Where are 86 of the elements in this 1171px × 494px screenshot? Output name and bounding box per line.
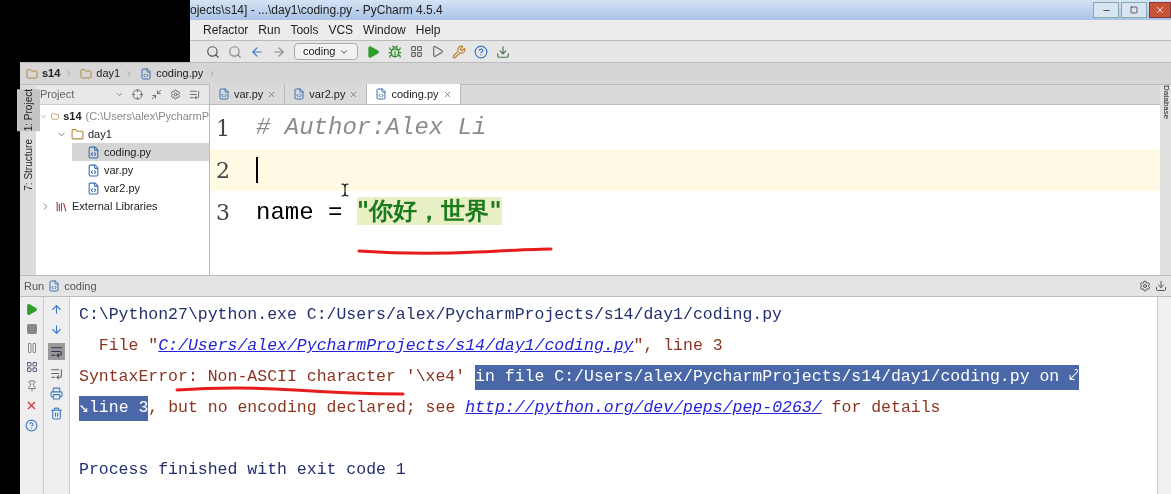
- console-line: ↘line 3, but no encoding declared; see http://python.org/dev/peps/pep-0263/ for details: [79, 393, 1157, 424]
- text-caret: [256, 157, 258, 183]
- search-icon[interactable]: [206, 44, 220, 59]
- run-config-dropdown[interactable]: coding: [294, 43, 359, 60]
- python-file-icon: [293, 88, 306, 100]
- tool-window-tab[interactable]: 1: Project: [16, 89, 40, 132]
- python-file-icon: [48, 280, 61, 292]
- collapse-icon[interactable]: [151, 89, 162, 100]
- tree-item[interactable]: var2.py: [72, 179, 209, 197]
- python-file-icon: [87, 163, 100, 177]
- console-line: Process finished with exit code 1: [79, 459, 407, 482]
- folder-icon: [71, 127, 84, 141]
- run-panel-title: Run: [24, 278, 45, 294]
- run-config-name: coding: [64, 278, 97, 294]
- close-icon[interactable]: [25, 399, 38, 412]
- code-line: # Author:Alex Li: [256, 113, 487, 143]
- window-title: ojects\s14] - ...\day1\coding.py - PyCharm 4.5.4: [190, 2, 443, 19]
- settings-icon[interactable]: [170, 89, 181, 100]
- python-file-icon: [140, 67, 153, 80]
- line-number: 2: [215, 156, 231, 185]
- run-icon[interactable]: [25, 303, 38, 316]
- editor-tab[interactable]: var.py: [210, 84, 286, 104]
- python-file-icon: [218, 88, 230, 100]
- pause-icon[interactable]: [25, 342, 38, 354]
- minimize-button[interactable]: [1093, 2, 1119, 18]
- down-arrow-icon[interactable]: [50, 323, 63, 336]
- editor-tab[interactable]: var2.py: [285, 84, 368, 104]
- close-icon[interactable]: [442, 89, 452, 99]
- caret-icon: [115, 90, 124, 99]
- python-file-icon: [87, 181, 100, 195]
- tree-item-label: var.py: [104, 162, 134, 178]
- python-file-icon: [87, 145, 100, 159]
- menu-item[interactable]: Window: [363, 21, 406, 39]
- tree-item-path: (C:\Users\alex\PycharmP: [85, 108, 209, 124]
- menu-item[interactable]: VCS: [328, 21, 354, 39]
- close-button[interactable]: [1149, 2, 1171, 18]
- breadcrumb-item[interactable]: s14: [26, 65, 75, 82]
- wrench-icon[interactable]: [452, 44, 467, 59]
- close-icon[interactable]: [267, 89, 277, 99]
- pin-icon[interactable]: [25, 380, 38, 392]
- tree-item-label: External Libraries: [72, 198, 158, 214]
- breadcrumb-item[interactable]: coding.py: [140, 65, 218, 82]
- help-icon[interactable]: [25, 419, 38, 432]
- layout-icon[interactable]: [25, 361, 38, 373]
- print-icon[interactable]: [50, 387, 63, 400]
- help-icon[interactable]: [474, 44, 489, 59]
- tool-window-tab[interactable]: 7: Structure: [16, 139, 40, 191]
- tree-item-label: var2.py: [104, 180, 141, 196]
- tree-item[interactable]: External Libraries: [40, 197, 209, 215]
- tool-window-tab[interactable]: Database: [1159, 85, 1171, 275]
- tree-item[interactable]: var.py: [72, 161, 209, 179]
- debug-icon[interactable]: [388, 44, 403, 59]
- line-number: 3: [215, 198, 231, 227]
- tree-item-label: coding.py: [104, 144, 152, 160]
- menu-item[interactable]: Help: [415, 21, 441, 39]
- scrollbar[interactable]: [1157, 297, 1171, 494]
- tree-item-label: day1: [88, 126, 112, 142]
- menu-item[interactable]: Tools: [290, 21, 319, 39]
- code-line: name = "你好，世界": [256, 196, 502, 228]
- soft-wrap-icon[interactable]: [48, 343, 65, 360]
- folder-icon: [80, 67, 93, 80]
- console-line: C:\Python27\python.exe C:/Users/alex/PycharmProjects/s14/day1/coding.py: [79, 304, 783, 327]
- stop-icon[interactable]: [25, 323, 38, 335]
- trash-icon[interactable]: [50, 407, 63, 420]
- breadcrumb-item[interactable]: day1: [80, 65, 135, 82]
- scroll-to-end-icon[interactable]: [50, 367, 63, 380]
- maximize-icon: [1130, 6, 1138, 14]
- run-icon[interactable]: [366, 44, 381, 59]
- python-file-icon: [375, 88, 388, 100]
- tree-item[interactable]: s14 (C:\Users\alex\PycharmP: [40, 107, 209, 125]
- settings-icon[interactable]: [1139, 280, 1151, 292]
- line-number: 1: [215, 114, 231, 143]
- tree-item-label: s14: [63, 108, 82, 124]
- up-arrow-icon[interactable]: [50, 303, 63, 316]
- close-icon[interactable]: [349, 89, 359, 99]
- console-line: File "C:/Users/alex/PycharmProjects/s14/day1/coding.py", line 3: [97, 335, 724, 358]
- tree-item[interactable]: coding.py: [72, 143, 209, 161]
- folder-icon: [26, 67, 38, 80]
- tree-item[interactable]: day1: [56, 125, 209, 143]
- editor-tab[interactable]: coding.py: [367, 84, 461, 104]
- library-icon: [55, 199, 68, 213]
- menu-item[interactable]: Run: [258, 21, 281, 39]
- console-line: SyntaxError: Non-ASCII character '\xe4' in file C:/Users/alex/PycharmProjects/s14/day1/coding.py on ⤦: [79, 362, 1157, 393]
- menu-item[interactable]: Refactor: [203, 21, 249, 39]
- locate-icon[interactable]: [132, 89, 143, 100]
- close-icon: [1155, 5, 1165, 15]
